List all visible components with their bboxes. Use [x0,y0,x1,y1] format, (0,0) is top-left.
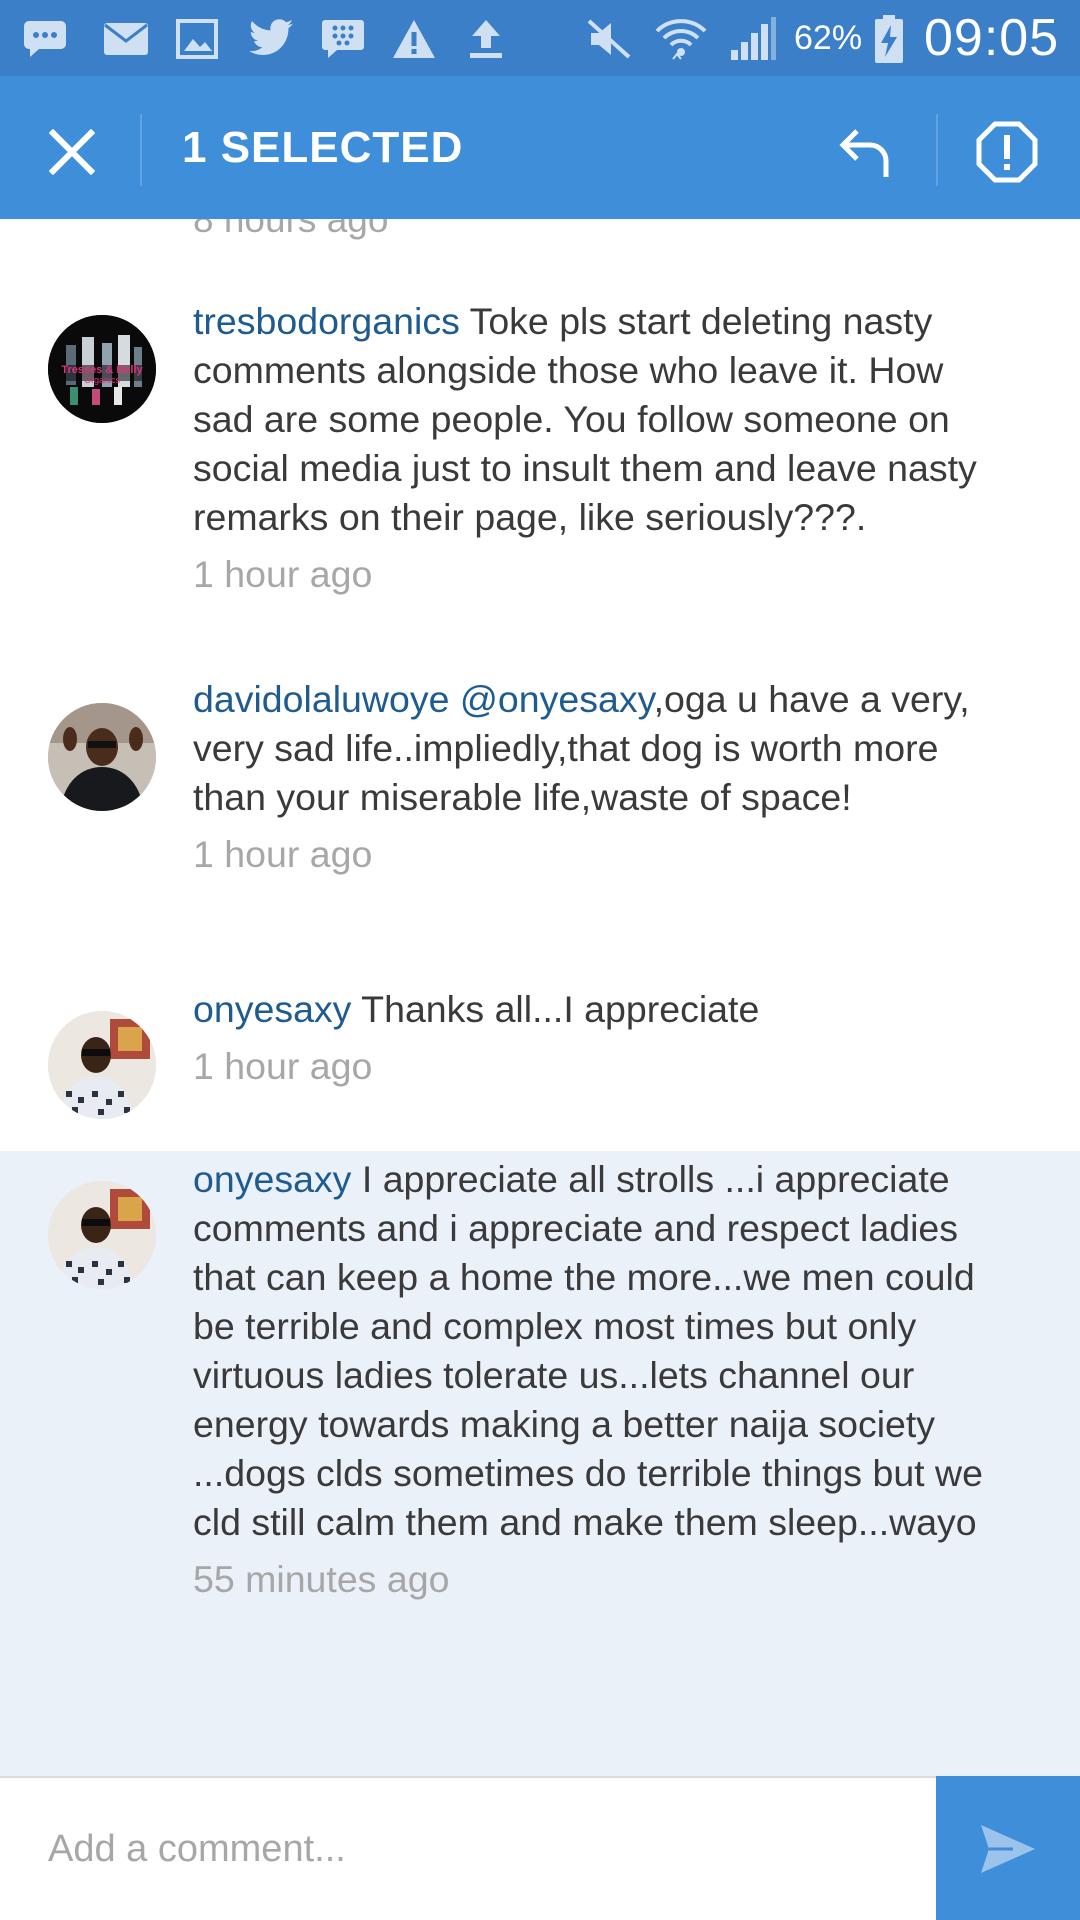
action-bar-divider [140,114,142,186]
bbm-chat-icon [22,16,68,62]
report-icon [976,121,1038,183]
comment-body: tresbodorganics Toke pls start deleting … [193,297,1010,599]
comment-timestamp: 1 hour ago [193,1045,373,1087]
comment-username[interactable]: onyesaxy [193,1158,351,1200]
comment-timestamp: 55 minutes ago [193,1558,450,1600]
send-button[interactable] [936,1776,1080,1920]
image-icon [174,16,220,62]
blackberry-icon [320,16,366,62]
warning-icon [390,16,438,62]
comment-body: davidolaluwoye @onyesaxy,oga u have a ve… [193,675,1010,879]
signal-icon [728,16,778,62]
mail-icon [102,16,150,62]
avatar[interactable]: Tresses & Belly Organics [48,315,156,423]
comment-timestamp: 1 hour ago [193,833,373,875]
comment-body: onyesaxy Thanks all...I appreciate 1 hou… [193,985,1010,1091]
action-bar-divider [936,114,938,186]
report-button[interactable] [966,112,1048,192]
comment-text: Thanks all...I appreciate [351,988,760,1030]
reply-icon [839,129,889,177]
comment-item[interactable]: onyesaxy Thanks all...I appreciate 1 hou… [0,981,1080,1151]
reply-button[interactable] [826,112,906,192]
status-bar: 62% 09:05 [0,0,1080,76]
close-selection-button[interactable] [36,116,108,188]
send-icon [981,1825,1035,1873]
comment-composer [0,1776,1080,1920]
avatar[interactable] [48,1181,156,1289]
comment-username[interactable]: davidolaluwoye [193,678,449,720]
battery-percent: 62% [794,18,863,57]
comment-username[interactable]: onyesaxy [193,988,351,1030]
comments-list[interactable]: 8 hours ago Tresses & Belly Organics tre… [0,219,1080,1776]
comment-text: I appreciate all strolls ...i appreciate… [193,1158,983,1543]
comment-body: onyesaxy I appreciate all strolls ...i a… [193,1155,1010,1604]
comment-item-selected[interactable]: onyesaxy I appreciate all strolls ...i a… [0,1151,1080,1776]
battery-charging-icon [872,15,906,63]
comment-item[interactable]: Tresses & Belly Organics tresbodorganics… [0,269,1080,669]
close-icon [49,129,95,175]
avatar[interactable] [48,703,156,811]
mute-icon [584,16,634,62]
upload-icon [464,16,508,62]
comment-item[interactable]: davidolaluwoye @onyesaxy,oga u have a ve… [0,671,1080,979]
twitter-icon [246,16,296,62]
comment-timestamp: 1 hour ago [193,553,373,595]
svg-text:Organics: Organics [84,375,121,385]
comment-mention[interactable]: @onyesaxy [449,678,654,720]
wifi-icon [654,16,708,62]
action-bar: 1 SELECTED [0,76,1080,219]
comment-username[interactable]: tresbodorganics [193,300,460,342]
comment-timestamp: 8 hours ago [193,219,389,240]
comment-input[interactable] [0,1778,936,1920]
status-clock: 09:05 [924,9,1060,67]
avatar[interactable] [48,1011,156,1119]
selection-count-title: 1 SELECTED [182,123,464,172]
